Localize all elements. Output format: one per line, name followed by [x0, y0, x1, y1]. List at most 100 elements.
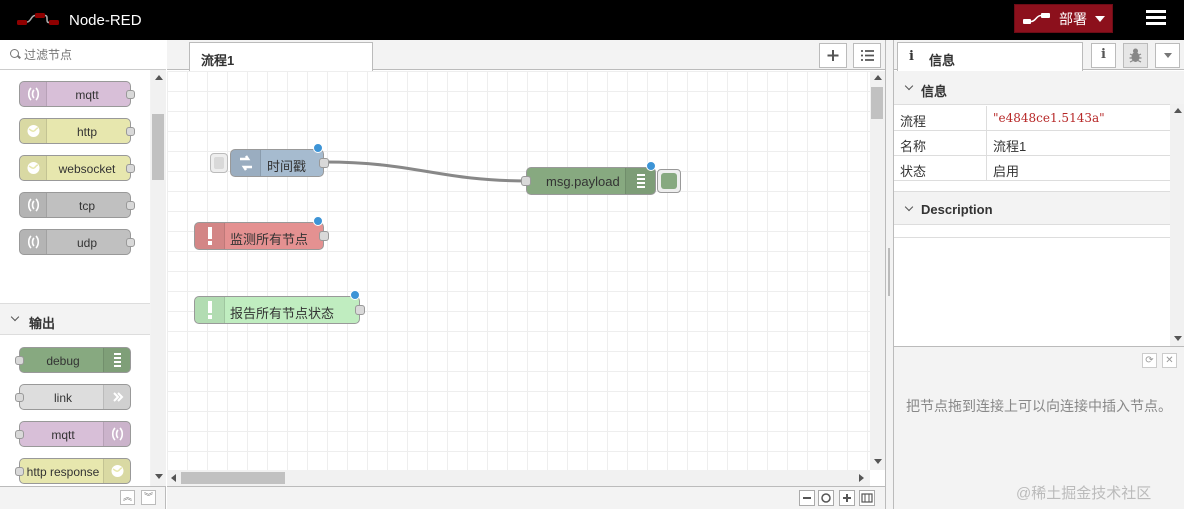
- scroll-down-icon[interactable]: [155, 474, 163, 479]
- wave-icon: [20, 230, 47, 254]
- palette-scrollbar[interactable]: [151, 70, 166, 486]
- horizontal-scroll-thumb[interactable]: [181, 472, 285, 484]
- info-icon: i: [1101, 47, 1106, 62]
- palette-footer: ︽ ︾: [0, 486, 166, 509]
- palette-node-udp[interactable]: udp: [19, 229, 135, 255]
- list-icon: [103, 348, 130, 372]
- palette-node-label: mqtt: [51, 428, 75, 442]
- changed-indicator: [350, 290, 360, 300]
- chevron-down-icon: [904, 202, 914, 212]
- search-icon: [10, 49, 19, 58]
- bug-icon: [1129, 48, 1142, 63]
- collapse-all-button[interactable]: ︽: [120, 490, 135, 505]
- status-node[interactable]: 报告所有节点状态: [194, 296, 365, 324]
- property-row: 名称 流程1: [894, 131, 1170, 156]
- scroll-down-icon[interactable]: [874, 459, 882, 464]
- wire-layer: [323, 160, 530, 183]
- output-port[interactable]: [319, 158, 329, 168]
- catch-node[interactable]: 监测所有节点: [194, 222, 329, 250]
- info-section-header[interactable]: 信息: [894, 71, 1184, 105]
- scroll-up-icon[interactable]: [155, 75, 163, 80]
- section-label: Description: [921, 202, 993, 217]
- wave-icon: [103, 422, 130, 446]
- property-row: 流程 "e4848ce1.5143a": [894, 106, 1170, 131]
- output-port: [126, 201, 135, 210]
- vertical-scroll-thumb[interactable]: [871, 87, 883, 119]
- palette-node-label: websocket: [58, 162, 116, 176]
- debug-toggle-button[interactable]: [657, 169, 681, 193]
- sidebar-scrollbar[interactable]: [1170, 104, 1184, 346]
- list-icon: [861, 50, 874, 61]
- chevron-down-icon[interactable]: [1095, 16, 1105, 22]
- property-key: 名称: [900, 139, 927, 154]
- palette-node-websocket[interactable]: websocket: [19, 155, 135, 181]
- resize-handle[interactable]: [888, 248, 890, 296]
- node-label: 报告所有节点状态: [230, 306, 335, 321]
- inject-trigger-button[interactable]: [210, 153, 228, 173]
- category-output-header[interactable]: 输出: [0, 303, 150, 335]
- tab-label: 流程1: [201, 53, 235, 68]
- deploy-button[interactable]: 部署: [1014, 4, 1113, 33]
- scroll-up-icon[interactable]: [874, 75, 882, 80]
- palette-node-link[interactable]: link: [15, 384, 131, 410]
- palette-node-http-response[interactable]: http response: [15, 458, 131, 484]
- palette-node-mqtt[interactable]: mqtt: [19, 81, 135, 107]
- description-section-header[interactable]: Description: [894, 191, 1184, 225]
- input-port: [15, 393, 24, 402]
- debug-node[interactable]: msg.payload: [521, 167, 656, 195]
- tab-flow1[interactable]: 流程1: [189, 42, 373, 71]
- palette-node-http[interactable]: http: [19, 118, 135, 144]
- property-key: 流程: [900, 114, 927, 129]
- zoom-reset-button[interactable]: [818, 490, 834, 506]
- alert-icon: [195, 297, 225, 323]
- workspace-footer: [167, 486, 885, 509]
- input-port: [15, 467, 24, 476]
- scroll-down-icon[interactable]: [1174, 336, 1182, 341]
- sidebar-tabs-menu-button[interactable]: [1155, 43, 1180, 68]
- add-flow-button[interactable]: [819, 43, 847, 68]
- zoom-in-button[interactable]: [839, 490, 855, 506]
- plus-icon: [827, 50, 839, 61]
- sidebar-separator[interactable]: [885, 40, 893, 509]
- output-port: [126, 164, 135, 173]
- canvas-horizontal-scrollbar[interactable]: [167, 470, 870, 486]
- zoom-out-button[interactable]: [799, 490, 815, 506]
- app-title: Node-RED: [69, 12, 142, 29]
- debug-tab-button[interactable]: [1123, 43, 1148, 68]
- input-port[interactable]: [521, 176, 531, 186]
- scroll-right-icon[interactable]: [859, 474, 864, 482]
- refresh-icon[interactable]: ⟳: [1142, 353, 1157, 368]
- output-port: [126, 90, 135, 99]
- palette-node-mqtt[interactable]: mqtt: [15, 421, 131, 447]
- list-flows-button[interactable]: [853, 43, 881, 68]
- output-port: [126, 238, 135, 247]
- scroll-left-icon[interactable]: [171, 474, 176, 482]
- globe-icon: [20, 119, 47, 143]
- globe-icon: [103, 459, 130, 483]
- info-tab-button[interactable]: i: [1091, 43, 1116, 68]
- inject-node[interactable]: 时间戳: [230, 149, 329, 177]
- output-port[interactable]: [355, 305, 365, 315]
- arrow-in-icon: [231, 150, 261, 176]
- tab-info[interactable]: i 信息: [897, 42, 1083, 71]
- palette-node-tcp[interactable]: tcp: [19, 192, 135, 218]
- output-port[interactable]: [319, 231, 329, 241]
- tab-label: 信息: [929, 53, 956, 68]
- canvas-vertical-scrollbar[interactable]: [870, 71, 885, 470]
- navigator-button[interactable]: [859, 490, 875, 506]
- scroll-up-icon[interactable]: [1174, 108, 1182, 113]
- expand-all-button[interactable]: ︾: [141, 490, 156, 505]
- palette-node-label: udp: [76, 236, 98, 250]
- main-menu-icon[interactable]: [1146, 10, 1166, 28]
- node-palette: mqtt http websocket tcp udp 输出 debug link mqtt…: [0, 40, 166, 486]
- changed-indicator: [313, 216, 323, 226]
- close-icon[interactable]: ✕: [1162, 353, 1177, 368]
- alert-icon: [195, 223, 225, 249]
- changed-indicator: [313, 143, 323, 153]
- palette-scroll-thumb[interactable]: [152, 114, 164, 180]
- palette-node-debug[interactable]: debug: [15, 347, 131, 373]
- changed-indicator: [646, 161, 656, 171]
- palette-search-input[interactable]: [24, 46, 154, 64]
- palette-node-label: http response: [26, 465, 100, 479]
- flow-canvas[interactable]: 时间戳 msg.payload 监测所有节点 报告所有节点状态: [167, 71, 870, 470]
